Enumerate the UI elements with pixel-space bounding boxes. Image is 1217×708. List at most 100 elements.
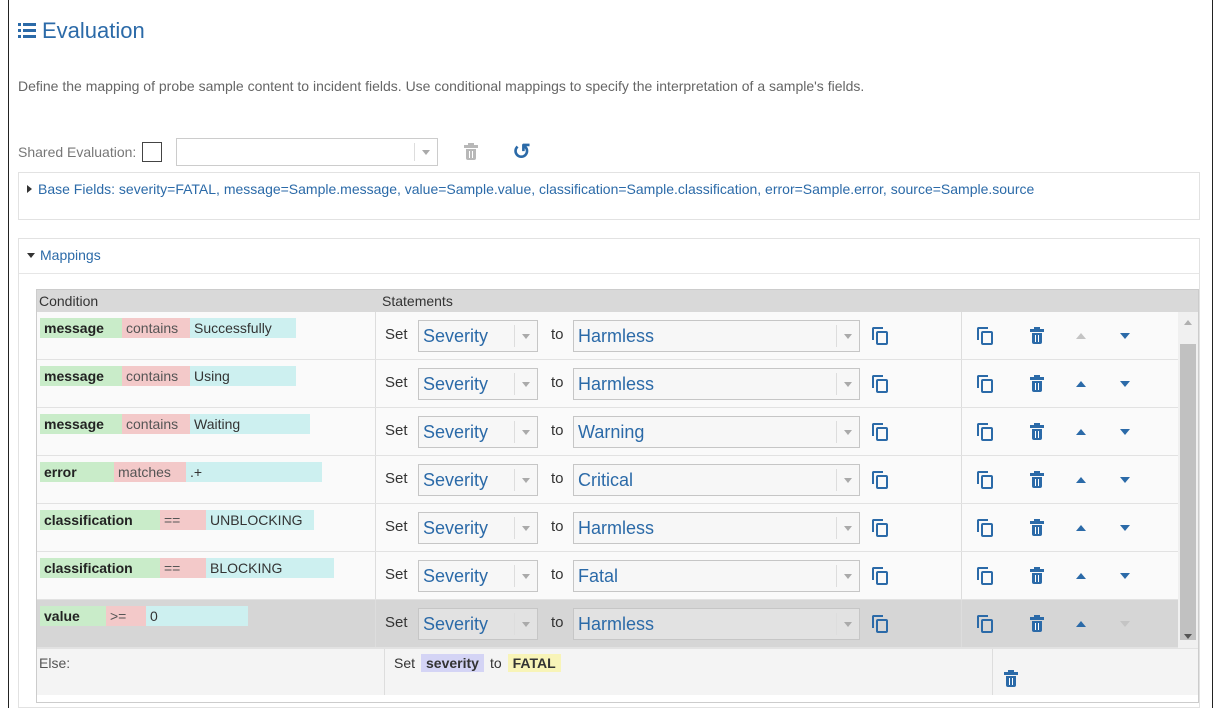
condition-value-chip[interactable]: 0 [146,606,248,626]
delete-row-icon[interactable] [1030,423,1044,440]
condition-field-chip[interactable]: message [40,414,122,434]
condition-field-chip[interactable]: classification [40,510,160,530]
chevron-down-icon[interactable] [514,613,537,635]
copy-statement-icon[interactable] [872,471,888,489]
scroll-up-icon[interactable] [1184,320,1192,325]
move-down-icon[interactable] [1120,429,1130,435]
condition-field-chip[interactable]: value [40,606,106,626]
copy-statement-icon[interactable] [872,615,888,633]
chevron-down-icon[interactable] [514,421,537,443]
target-field-select[interactable]: Severity [418,464,538,496]
condition[interactable]: message contains Waiting [40,414,310,434]
result-value-select[interactable]: Harmless [573,320,860,352]
delete-row-icon[interactable] [1030,519,1044,536]
chevron-down-icon[interactable] [836,373,859,395]
condition-value-chip[interactable]: Waiting [190,414,310,434]
scroll-down-icon[interactable] [1184,634,1192,639]
table-row[interactable]: message contains Successfully Set Severity to… [37,312,1178,360]
table-row[interactable]: value >= 0 Set Severity to Harmless [37,600,1178,648]
condition[interactable]: message contains Using [40,366,296,386]
condition-operator-chip[interactable]: == [160,510,206,530]
condition-value-chip[interactable]: Using [190,366,296,386]
condition-operator-chip[interactable]: contains [122,318,190,338]
result-value-select[interactable]: Harmless [573,368,860,400]
result-value-select[interactable]: Warning [573,416,860,448]
move-up-icon[interactable] [1076,621,1086,627]
target-field-select[interactable]: Severity [418,368,538,400]
chevron-down-icon[interactable] [514,373,537,395]
condition[interactable]: value >= 0 [40,606,248,626]
condition-field-chip[interactable]: classification [40,558,160,578]
delete-row-icon[interactable] [1030,567,1044,584]
move-up-icon[interactable] [1076,573,1086,579]
condition-value-chip[interactable]: Successfully [190,318,296,338]
move-up-icon[interactable] [1076,333,1086,339]
move-up-icon[interactable] [1076,429,1086,435]
target-field-select[interactable]: Severity [418,512,538,544]
table-row[interactable]: message contains Waiting Set Severity to Warni… [37,408,1178,456]
chevron-down-icon[interactable] [836,517,859,539]
condition[interactable]: error matches .+ [40,462,322,482]
condition[interactable]: classification == BLOCKING [40,558,334,578]
chevron-down-icon[interactable] [514,325,537,347]
condition-value-chip[interactable]: UNBLOCKING [206,510,314,530]
delete-row-icon[interactable] [1030,327,1044,344]
chevron-down-icon[interactable] [836,613,859,635]
table-row[interactable]: classification == BLOCKING Set Severity to Fat… [37,552,1178,600]
shared-evaluation-select[interactable] [176,138,439,166]
copy-row-icon[interactable] [977,519,993,537]
condition-operator-chip[interactable]: matches [114,462,186,482]
condition[interactable]: message contains Successfully [40,318,296,338]
move-down-icon[interactable] [1120,573,1130,579]
move-down-icon[interactable] [1120,477,1130,483]
table-row[interactable]: message contains Using Set Severity to Harmles… [37,360,1178,408]
copy-statement-icon[interactable] [872,519,888,537]
condition-value-chip[interactable]: BLOCKING [206,558,334,578]
move-up-icon[interactable] [1076,381,1086,387]
mappings-toggle[interactable]: Mappings [27,247,101,263]
scrollbar-thumb[interactable] [1180,344,1196,640]
condition-operator-chip[interactable]: contains [122,366,190,386]
chevron-down-icon[interactable] [836,469,859,491]
result-value-select[interactable]: Critical [573,464,860,496]
chevron-down-icon[interactable] [514,517,537,539]
target-field-select[interactable]: Severity [418,416,538,448]
base-fields-panel[interactable]: Base Fields: severity=FATAL, message=Sam… [18,172,1200,220]
chevron-down-icon[interactable] [836,325,859,347]
copy-statement-icon[interactable] [872,327,888,345]
refresh-icon[interactable]: ↺ [512,141,530,163]
target-field-select[interactable]: Severity [418,320,538,352]
move-up-icon[interactable] [1076,477,1086,483]
condition-operator-chip[interactable]: == [160,558,206,578]
move-down-icon[interactable] [1120,621,1130,627]
chevron-down-icon[interactable] [836,565,859,587]
copy-row-icon[interactable] [977,327,993,345]
copy-row-icon[interactable] [977,423,993,441]
condition-value-chip[interactable]: .+ [186,462,322,482]
chevron-down-icon[interactable] [514,565,537,587]
chevron-down-icon[interactable] [836,421,859,443]
chevron-down-icon[interactable] [514,469,537,491]
condition-field-chip[interactable]: message [40,318,122,338]
copy-row-icon[interactable] [977,375,993,393]
move-down-icon[interactable] [1120,333,1130,339]
move-down-icon[interactable] [1120,381,1130,387]
delete-row-icon[interactable] [1030,615,1044,632]
condition[interactable]: classification == UNBLOCKING [40,510,314,530]
result-value-select[interactable]: Harmless [573,608,860,640]
condition-field-chip[interactable]: error [40,462,114,482]
move-down-icon[interactable] [1120,525,1130,531]
condition-operator-chip[interactable]: contains [122,414,190,434]
shared-evaluation-checkbox[interactable] [142,142,163,162]
result-value-select[interactable]: Harmless [573,512,860,544]
table-row[interactable]: classification == UNBLOCKING Set Severity to H… [37,504,1178,552]
copy-row-icon[interactable] [977,567,993,585]
table-row[interactable]: error matches .+ Set Severity to Critical [37,456,1178,504]
copy-statement-icon[interactable] [872,567,888,585]
condition-field-chip[interactable]: message [40,366,122,386]
copy-statement-icon[interactable] [872,375,888,393]
delete-row-icon[interactable] [1030,471,1044,488]
trash-icon[interactable] [464,143,479,160]
else-delete-icon[interactable] [1004,670,1018,687]
copy-statement-icon[interactable] [872,423,888,441]
